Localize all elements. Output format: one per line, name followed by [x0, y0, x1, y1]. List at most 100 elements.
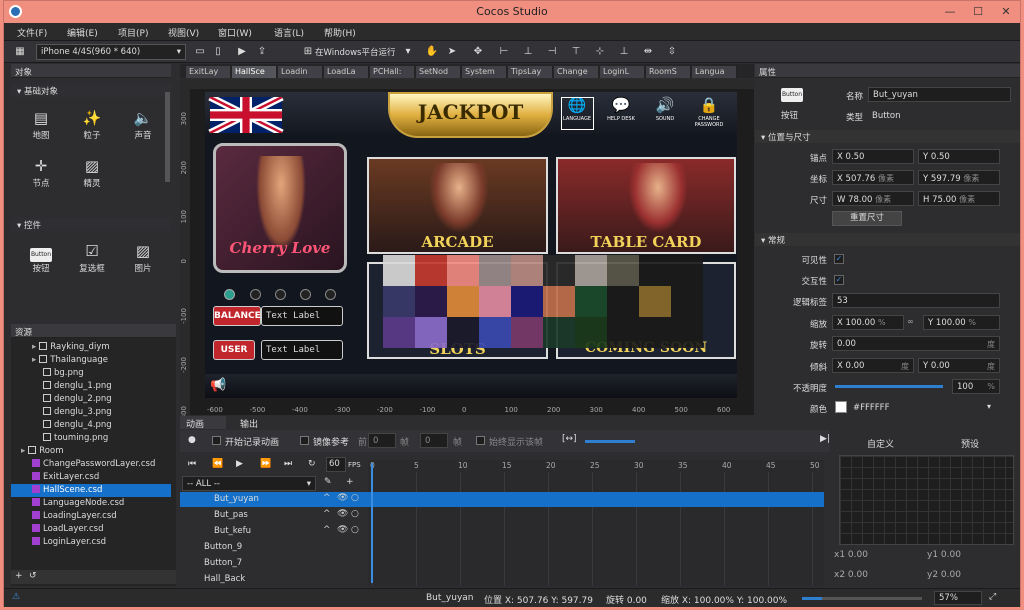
align-top-icon[interactable]: ⊤ — [568, 44, 584, 60]
tab-preset[interactable]: 预设 — [961, 437, 979, 450]
scale-y-input[interactable]: Y 100.00 % — [923, 315, 1000, 330]
chevron-down-icon[interactable]: ▾ — [987, 402, 991, 411]
edit-icon[interactable]: ✎ — [324, 477, 332, 487]
general-header[interactable]: ▾ 常规 — [755, 233, 1020, 246]
move-icon[interactable]: ✥ — [470, 44, 486, 60]
track-filter-select[interactable]: -- ALL -- ▾ — [182, 476, 316, 491]
eye-icon[interactable]: 👁 — [337, 493, 348, 503]
size-h-input[interactable]: H 75.00 像素 — [918, 191, 1000, 206]
chevron-right-icon[interactable]: ▸ — [21, 446, 25, 456]
speaker-icon[interactable]: 🔊 — [653, 95, 677, 115]
skew-x-input[interactable]: X 0.00 度 — [832, 358, 914, 373]
fit-screen-icon[interactable]: ⤢ — [989, 592, 996, 602]
tab-output[interactable]: 输出 — [236, 416, 262, 429]
menu-project[interactable]: 项目(P) — [118, 26, 148, 39]
track-row[interactable]: Hall_Back — [180, 572, 368, 586]
page-dot[interactable] — [275, 289, 286, 300]
resource-item[interactable]: ExitLayer.csd — [11, 471, 171, 484]
doc-tab[interactable]: HallSce — [232, 66, 277, 78]
tab-custom[interactable]: 自定义 — [867, 437, 894, 450]
track-row[interactable]: But_pas ^ 👁 ○ — [180, 508, 368, 523]
circle-icon[interactable]: ○ — [351, 525, 359, 535]
resource-item[interactable]: denglu_4.png — [11, 419, 171, 432]
chat-icon[interactable]: 💬 — [609, 95, 633, 115]
add-icon[interactable]: + — [15, 571, 23, 581]
color-value[interactable]: #FFFFFF — [853, 403, 889, 413]
menu-window[interactable]: 窗口(W) — [218, 26, 252, 39]
arcade-card[interactable]: ARCADE — [367, 157, 548, 254]
resource-item[interactable]: LoadLayer.csd — [11, 523, 171, 536]
color-swatch[interactable] — [835, 401, 847, 413]
megaphone-icon[interactable]: 📢 — [210, 378, 232, 393]
landscape-icon[interactable]: ▯ — [210, 44, 226, 60]
chevron-up-icon[interactable]: ^ — [323, 525, 331, 535]
device-select[interactable]: iPhone 4/4S(960 * 640) ▾ — [36, 44, 186, 60]
doc-tab[interactable]: TipsLay — [508, 66, 553, 78]
object-particle[interactable]: ✨ 粒子 — [70, 107, 114, 145]
objects-scrollbar[interactable] — [165, 92, 170, 182]
pointer-tool-icon[interactable]: ➤ — [444, 44, 460, 60]
scale-x-input[interactable]: X 100.00 % — [832, 315, 904, 330]
resource-item[interactable]: denglu_1.png — [11, 380, 171, 393]
next-frame-icon[interactable]: ⏩ — [260, 459, 271, 469]
maximize-button[interactable]: ☐ — [964, 1, 992, 23]
eye-icon[interactable]: 👁 — [337, 525, 348, 535]
doc-tab[interactable]: ExitLay — [186, 66, 231, 78]
doc-tab[interactable]: System — [462, 66, 507, 78]
menu-language[interactable]: 语言(L) — [274, 26, 304, 39]
opacity-slider[interactable] — [835, 385, 943, 388]
zoom-select[interactable]: 57% — [934, 591, 982, 605]
table-card-card[interactable]: TABLE CARD — [556, 157, 736, 254]
prev-frame-input[interactable]: 0 — [368, 433, 396, 448]
object-node[interactable]: ✛ 节点 — [19, 155, 63, 193]
align-center-icon[interactable]: ⊥ — [520, 44, 536, 60]
resource-item[interactable]: touming.png — [11, 432, 171, 445]
align-middle-icon[interactable]: ⊹ — [592, 44, 608, 60]
control-button[interactable]: Button 按钮 — [19, 240, 63, 278]
avatar-card[interactable]: Cherry Love — [213, 143, 347, 273]
resource-item[interactable]: ▸ Thailanguage — [11, 354, 171, 367]
timeline-zoom-slider[interactable] — [585, 440, 635, 443]
playhead[interactable] — [371, 463, 373, 583]
eye-icon[interactable]: 👁 — [337, 509, 348, 519]
tag-input[interactable]: 53 — [832, 293, 1000, 308]
lock-icon[interactable]: 🔒 — [697, 95, 721, 115]
resource-item[interactable]: LanguageNode.csd — [11, 497, 171, 510]
frame-range-icon[interactable]: [↔] — [562, 434, 577, 444]
chevron-up-icon[interactable]: ^ — [323, 509, 331, 519]
track-row[interactable]: But_kefu ^ 👁 ○ — [180, 524, 368, 539]
play-icon[interactable]: ▶ — [236, 459, 243, 469]
track-row[interactable]: Button_7 — [180, 556, 368, 571]
resource-item[interactable]: HallScene.csd — [11, 484, 171, 497]
name-input[interactable]: But_yuyan — [868, 87, 1011, 102]
close-button[interactable]: ✕ — [992, 1, 1020, 23]
resource-item[interactable]: LoginLayer.csd — [11, 536, 171, 549]
position-y-input[interactable]: Y 597.79 像素 — [918, 170, 1000, 185]
page-dot[interactable] — [300, 289, 311, 300]
play-icon[interactable]: ▶ — [234, 44, 250, 60]
link-icon[interactable]: ∞ — [907, 317, 914, 326]
resource-item[interactable]: denglu_3.png — [11, 406, 171, 419]
selection-box[interactable] — [561, 97, 594, 130]
skew-y-input[interactable]: Y 0.00 度 — [918, 358, 1000, 373]
publish-icon[interactable]: ⇪ — [254, 44, 270, 60]
align-bottom-icon[interactable]: ⊥ — [616, 44, 632, 60]
always-show-checkbox[interactable] — [476, 436, 485, 445]
reset-size-button[interactable]: 重置尺寸 — [832, 211, 902, 226]
object-map[interactable]: ▤ 地图 — [19, 107, 63, 145]
tab-animation[interactable]: 动画 — [180, 416, 226, 429]
opacity-input[interactable]: 100% — [952, 379, 1000, 394]
warning-icon[interactable]: ⚠ — [12, 592, 20, 602]
doc-tab[interactable]: LoadLa — [324, 66, 369, 78]
circle-icon[interactable]: ○ — [351, 509, 359, 519]
anchor-y-input[interactable]: Y 0.50 — [918, 149, 1000, 164]
menu-view[interactable]: 视图(V) — [168, 26, 199, 39]
first-frame-icon[interactable]: ⏮ — [188, 459, 196, 469]
control-checkbox[interactable]: ☑ 复选框 — [70, 240, 114, 278]
loop-icon[interactable]: ↻ — [308, 459, 316, 469]
doc-tab[interactable]: RoomS — [646, 66, 691, 78]
play-end-icon[interactable]: ▶| — [820, 434, 830, 444]
run-platform-select[interactable]: 在Windows平台运行 — [315, 46, 395, 58]
next-frame-input[interactable]: 0 — [420, 433, 448, 448]
track-row[interactable]: Button_9 — [180, 540, 368, 555]
